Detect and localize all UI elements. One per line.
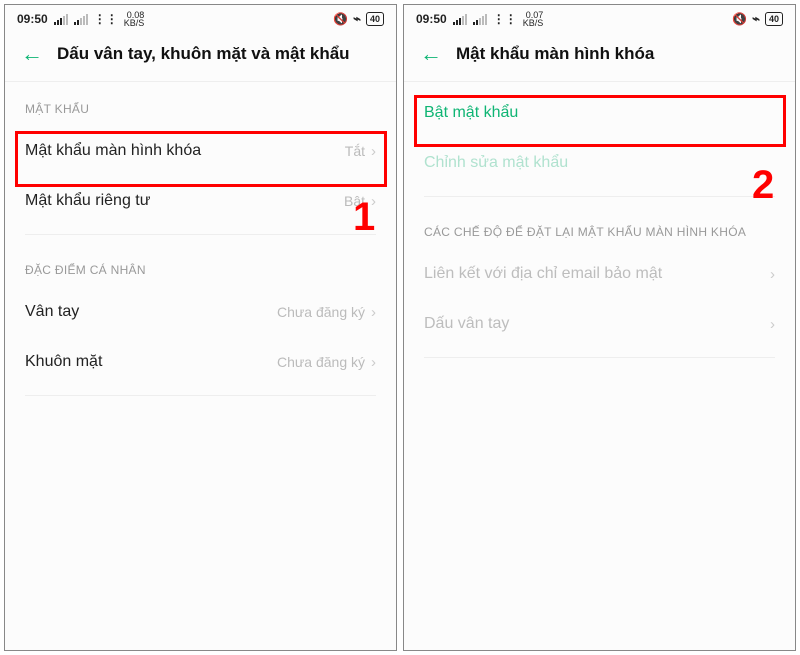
status-bar: 09:50 ⋮⋮ 0.08KB/S 🔇 ⌁ 40: [5, 5, 396, 33]
row-value: Tắt›: [345, 143, 376, 160]
row-privacy-password[interactable]: Mật khẩu riêng tư Bật›: [5, 176, 396, 226]
signal-icon: [453, 14, 467, 25]
signal-icon: [54, 14, 68, 25]
signal-icon-2: [473, 14, 487, 25]
battery-icon: 40: [366, 12, 384, 26]
row-label: Mật khẩu màn hình khóa: [25, 142, 201, 160]
signal-icon-2: [74, 14, 88, 25]
chevron-right-icon: ›: [770, 266, 775, 283]
row-value: Chưa đăng ký›: [277, 354, 376, 371]
header: ← Dấu vân tay, khuôn mặt và mật khẩu: [5, 33, 396, 82]
mute-icon: 🔇: [732, 12, 747, 26]
chevron-right-icon: ›: [770, 316, 775, 333]
row-label: Mật khẩu riêng tư: [25, 192, 150, 210]
bluetooth-icon: ⌁: [752, 11, 760, 27]
row-email-link: Liên kết với địa chỉ email bảo mật ›: [404, 249, 795, 299]
status-bar: 09:50 ⋮⋮ 0.07KB/S 🔇 ⌁ 40: [404, 5, 795, 33]
status-time: 09:50: [17, 12, 48, 26]
status-time: 09:50: [416, 12, 447, 26]
row-face[interactable]: Khuôn mặt Chưa đăng ký›: [5, 337, 396, 387]
battery-icon: 40: [765, 12, 783, 26]
phone-right: 09:50 ⋮⋮ 0.07KB/S 🔇 ⌁ 40 ← Mật khẩu màn …: [403, 4, 796, 651]
chevron-right-icon: ›: [371, 143, 376, 160]
row-enable-password[interactable]: Bật mật khẩu: [404, 82, 795, 138]
page-title: Dấu vân tay, khuôn mặt và mật khẩu: [57, 44, 350, 64]
section-label-password: MẬT KHẨU: [5, 82, 396, 126]
row-fingerprint-reset: Dấu vân tay ›: [404, 299, 795, 349]
mute-icon: 🔇: [333, 12, 348, 26]
divider: [424, 357, 775, 358]
status-kbs: 0.08KB/S: [124, 11, 145, 27]
status-kbs: 0.07KB/S: [523, 11, 544, 27]
row-label: Dấu vân tay: [424, 315, 509, 333]
row-label: Khuôn mặt: [25, 353, 102, 371]
chevron-right-icon: ›: [371, 304, 376, 321]
divider: [424, 196, 775, 197]
row-label: Bật mật khẩu: [424, 104, 518, 122]
row-value: Chưa đăng ký›: [277, 304, 376, 321]
row-edit-password: Chỉnh sửa mật khẩu: [404, 138, 795, 188]
section-label-personal: ĐẶC ĐIỂM CÁ NHÂN: [5, 243, 396, 287]
header: ← Mật khẩu màn hình khóa: [404, 33, 795, 82]
phone-left: 09:50 ⋮⋮ 0.08KB/S 🔇 ⌁ 40 ← Dấu vân tay, …: [4, 4, 397, 651]
section-label-reset: CÁC CHẾ ĐỘ ĐỂ ĐẶT LẠI MẬT KHẨU MÀN HÌNH …: [404, 205, 795, 249]
annotation-number: 2: [752, 163, 774, 208]
bluetooth-icon: ⌁: [353, 11, 361, 27]
wifi-icon: ⋮⋮: [94, 12, 118, 26]
row-label: Vân tay: [25, 303, 79, 321]
wifi-icon: ⋮⋮: [493, 12, 517, 26]
divider: [25, 234, 376, 235]
row-label: Liên kết với địa chỉ email bảo mật: [424, 265, 662, 283]
row-lockscreen-password[interactable]: Mật khẩu màn hình khóa Tắt›: [5, 126, 396, 176]
annotation-number: 1: [353, 195, 375, 240]
divider: [25, 395, 376, 396]
chevron-right-icon: ›: [371, 354, 376, 371]
page-title: Mật khẩu màn hình khóa: [456, 44, 654, 64]
back-icon[interactable]: ←: [420, 43, 442, 65]
row-label: Chỉnh sửa mật khẩu: [424, 154, 568, 172]
back-icon[interactable]: ←: [21, 43, 43, 65]
row-fingerprint[interactable]: Vân tay Chưa đăng ký›: [5, 287, 396, 337]
